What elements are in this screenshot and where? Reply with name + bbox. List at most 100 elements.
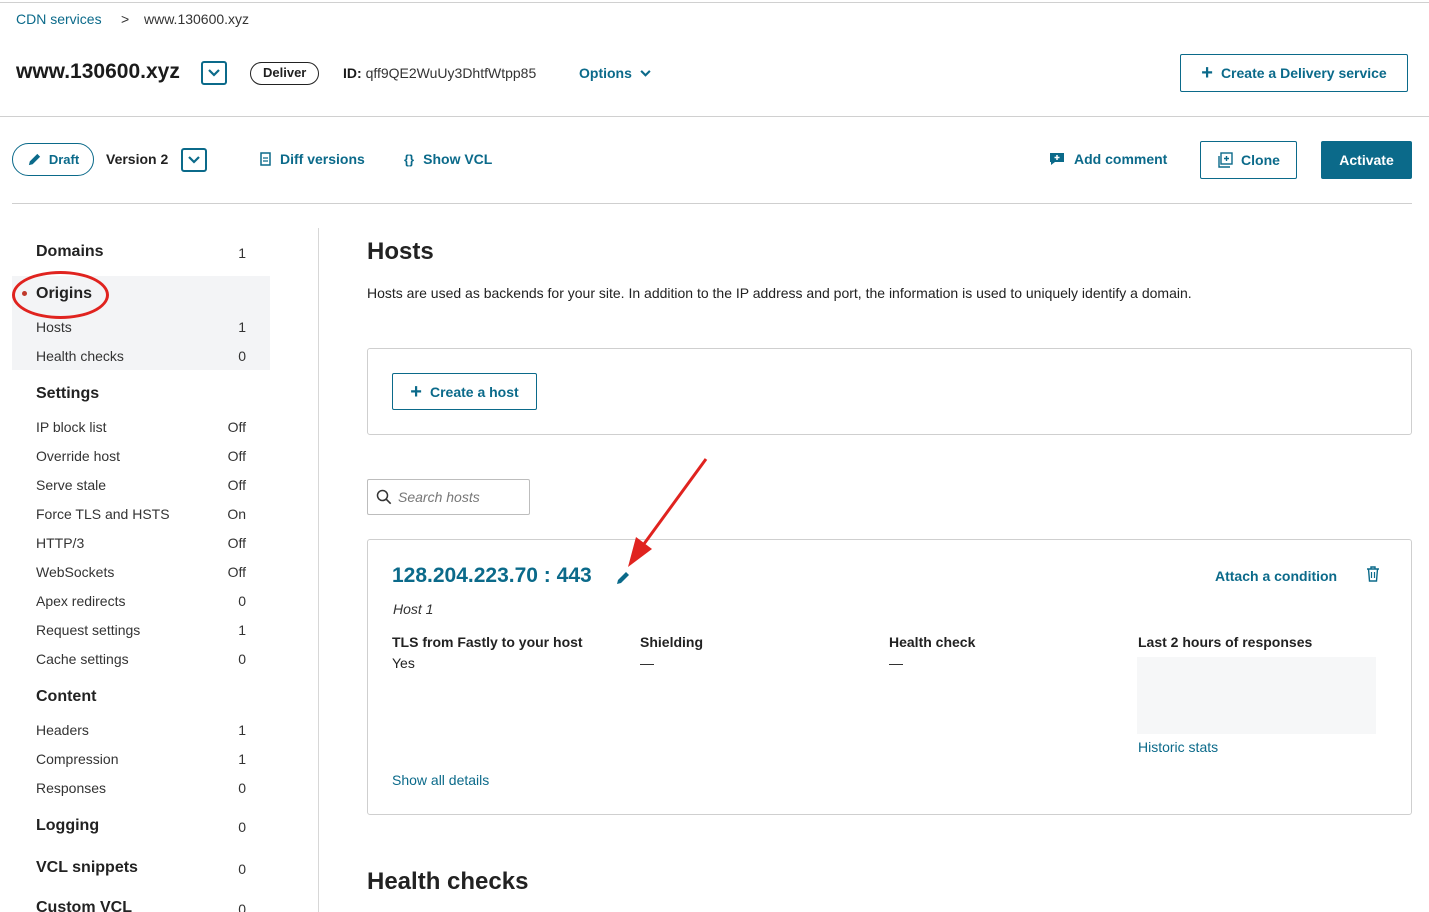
diff-versions-button[interactable]: Diff versions — [260, 151, 365, 167]
sidebar-item-health-checks[interactable]: Health checks — [36, 348, 124, 364]
sidebar-count-domains: 1 — [238, 245, 246, 261]
service-id: ID: qff9QE2WuUy3DhtfWtpp85 — [343, 65, 536, 81]
sidebar-item-domains[interactable]: Domains — [36, 243, 104, 261]
shielding-column-value: — — [640, 655, 654, 671]
search-hosts-input[interactable] — [398, 489, 528, 505]
sidebar-item-responses[interactable]: Responses — [36, 780, 106, 796]
create-host-label: Create a host — [429, 383, 519, 400]
edit-pencil-icon[interactable] — [615, 570, 631, 586]
responses-column-label: Last 2 hours of responses — [1138, 634, 1313, 650]
document-icon — [260, 152, 271, 166]
show-all-details-link[interactable]: Show all details — [392, 772, 489, 788]
annotation-circle — [12, 271, 109, 319]
show-vcl-label: Show VCL — [423, 151, 493, 167]
sidebar-item-override-host[interactable]: Override host — [36, 448, 120, 464]
create-delivery-service-label: Create a Delivery service — [1220, 65, 1387, 81]
draft-badge[interactable]: Draft — [12, 143, 94, 176]
chevron-down-icon — [208, 69, 220, 77]
sidebar-item-serve-stale[interactable]: Serve stale — [36, 477, 106, 493]
service-id-label: ID: — [343, 65, 362, 81]
chevron-down-icon — [640, 69, 651, 77]
sidebar-item-compression[interactable]: Compression — [36, 751, 118, 767]
sidebar-value-apex-redirects: 0 — [238, 593, 246, 609]
clone-label: Clone — [1241, 152, 1280, 168]
shielding-column-label: Shielding — [640, 634, 703, 650]
clone-button[interactable]: Clone — [1200, 141, 1297, 179]
version-label: Version 2 — [106, 151, 169, 167]
service-type-badge: Deliver — [250, 62, 320, 85]
health-checks-heading: Health checks — [367, 868, 529, 895]
chevron-down-icon — [188, 156, 200, 164]
top-border — [0, 2, 1429, 3]
sidebar-item-apex-redirects[interactable]: Apex redirects — [36, 593, 125, 609]
tls-column-label: TLS from Fastly to your host — [392, 634, 583, 650]
plus-icon: + — [1201, 62, 1213, 84]
sidebar-item-vcl-snippets[interactable]: VCL snippets — [36, 859, 138, 877]
sidebar-count-vcl-snippets: 0 — [238, 861, 246, 877]
sidebar-value-serve-stale: Off — [227, 477, 246, 493]
version-switcher-button[interactable] — [181, 148, 207, 172]
sidebar-item-content[interactable]: Content — [36, 688, 96, 706]
add-comment-button[interactable]: Add comment — [1049, 151, 1167, 167]
historic-stats-link[interactable]: Historic stats — [1138, 739, 1218, 755]
sidebar-item-ip-block-list[interactable]: IP block list — [36, 419, 107, 435]
show-vcl-button[interactable]: {} Show VCL — [404, 151, 492, 167]
sidebar-item-cache-settings[interactable]: Cache settings — [36, 651, 129, 667]
sidebar-count-custom-vcl: 0 — [238, 901, 246, 912]
sidebar-value-request-settings: 1 — [238, 622, 246, 638]
sidebar-item-logging[interactable]: Logging — [36, 817, 99, 835]
sidebar-item-hosts[interactable]: Hosts — [36, 319, 72, 335]
options-label: Options — [579, 65, 632, 81]
activate-button[interactable]: Activate — [1321, 141, 1412, 179]
service-switcher-button[interactable] — [201, 61, 227, 85]
breadcrumb-cdn-services-link[interactable]: CDN services — [16, 11, 102, 27]
pencil-icon — [28, 153, 40, 166]
service-id-value: qff9QE2WuUy3DhtfWtpp85 — [365, 65, 537, 81]
host-address: 128.204.223.70 : 443 — [392, 564, 592, 587]
add-comment-label: Add comment — [1074, 151, 1168, 167]
sidebar-value-responses: 0 — [238, 780, 246, 796]
sidebar-item-websockets[interactable]: WebSockets — [36, 564, 114, 580]
header-divider — [0, 116, 1429, 117]
diff-versions-label: Diff versions — [280, 151, 365, 167]
plus-icon: + — [410, 380, 422, 403]
sidebar-value-compression: 1 — [238, 751, 246, 767]
sidebar-divider — [318, 228, 319, 912]
search-icon — [376, 489, 392, 505]
tls-column-value: Yes — [392, 655, 415, 671]
sidebar-value-force-tls: On — [227, 506, 246, 522]
sidebar-value-cache-settings: 0 — [238, 651, 246, 667]
sidebar-value-headers: 1 — [238, 722, 246, 738]
service-title: www.130600.xyz — [16, 60, 180, 83]
code-braces-icon: {} — [404, 151, 415, 167]
sidebar-item-settings[interactable]: Settings — [36, 385, 99, 403]
toolbar-divider — [12, 203, 1412, 204]
sidebar-item-http3[interactable]: HTTP/3 — [36, 535, 84, 551]
host-name: Host 1 — [393, 601, 434, 617]
sidebar-value-http3: Off — [227, 535, 246, 551]
sidebar-count-health-checks: 0 — [238, 348, 246, 364]
sidebar-value-ip-block-list: Off — [227, 419, 246, 435]
sidebar-item-force-tls[interactable]: Force TLS and HSTS — [36, 506, 170, 522]
breadcrumb-current: www.130600.xyz — [144, 11, 250, 27]
draft-label: Draft — [48, 152, 80, 167]
page-title: Hosts — [367, 238, 434, 265]
trash-icon[interactable] — [1366, 566, 1380, 582]
comment-icon — [1050, 153, 1064, 165]
sidebar-value-websockets: Off — [227, 564, 246, 580]
sidebar-item-headers[interactable]: Headers — [36, 722, 89, 738]
sidebar-item-custom-vcl[interactable]: Custom VCL — [36, 899, 132, 912]
breadcrumb-separator: > — [121, 11, 130, 27]
sidebar-value-override-host: Off — [227, 448, 246, 464]
create-delivery-service-button[interactable]: + Create a Delivery service — [1180, 54, 1408, 92]
options-menu[interactable]: Options — [579, 65, 651, 81]
search-hosts-field[interactable] — [367, 479, 530, 515]
attach-condition-link[interactable]: Attach a condition — [1215, 568, 1337, 584]
copy-icon — [1218, 152, 1233, 168]
sidebar-item-request-settings[interactable]: Request settings — [36, 622, 140, 638]
health-check-column-label: Health check — [889, 634, 976, 650]
responses-graph — [1137, 657, 1376, 734]
page-description: Hosts are used as backends for your site… — [367, 285, 1192, 301]
health-check-column-value: — — [889, 655, 903, 671]
create-host-button[interactable]: + Create a host — [392, 373, 537, 410]
